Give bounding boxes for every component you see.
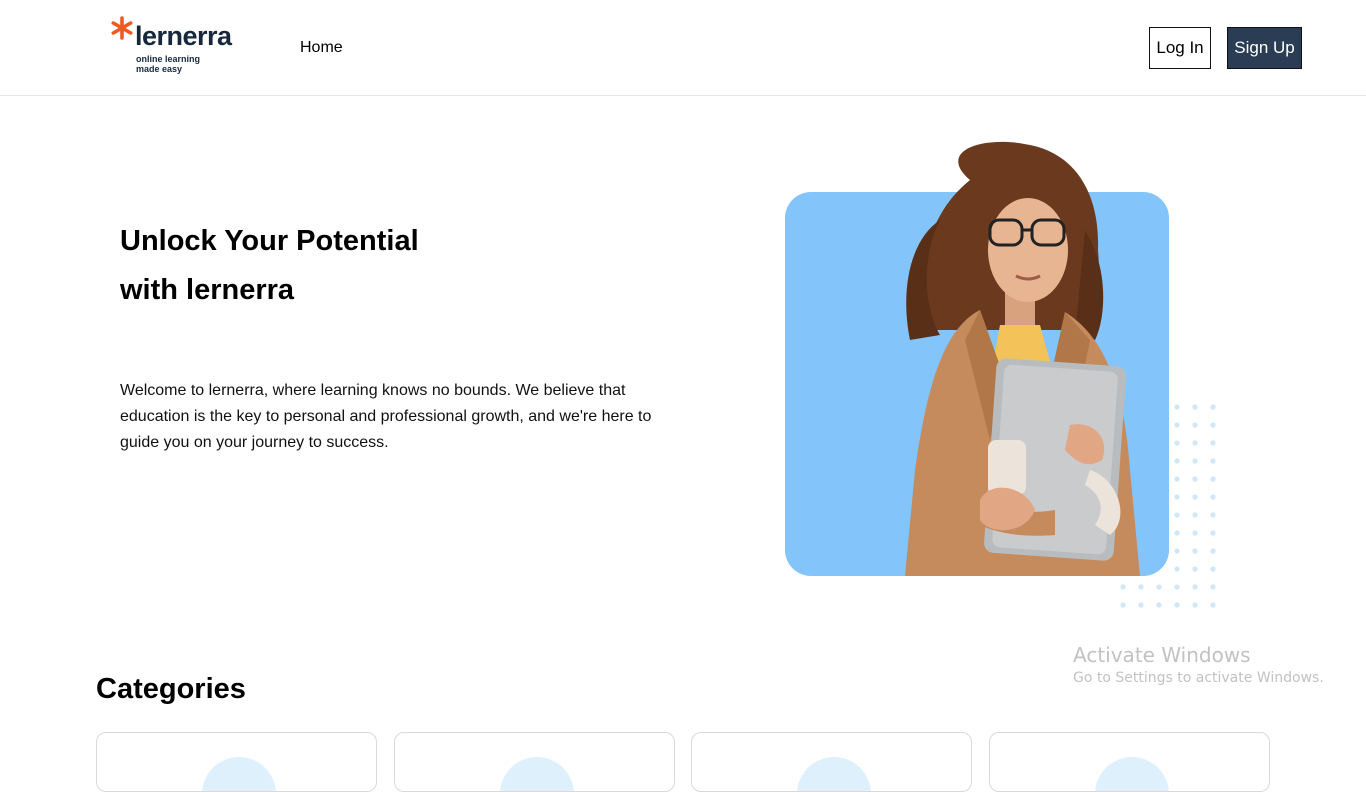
- category-icon: [797, 757, 871, 791]
- dot: [1192, 548, 1198, 554]
- dot: [1174, 566, 1180, 572]
- dot: [1210, 422, 1216, 428]
- dot: [1210, 548, 1216, 554]
- brand-name: lernerra: [135, 21, 232, 51]
- dot: [1138, 584, 1144, 590]
- windows-activation-hint: Go to Settings to activate Windows.: [1073, 670, 1324, 686]
- dot: [1192, 476, 1198, 482]
- category-card[interactable]: [691, 732, 972, 792]
- dot: [1210, 602, 1216, 608]
- hero-description: Welcome to lernerra, where learning know…: [120, 382, 652, 451]
- dot: [1192, 422, 1198, 428]
- dot: [1192, 530, 1198, 536]
- dot: [1210, 476, 1216, 482]
- dot: [1210, 494, 1216, 500]
- dot: [1174, 440, 1180, 446]
- dot: [1192, 584, 1198, 590]
- category-icon: [1095, 757, 1169, 791]
- category-card[interactable]: [96, 732, 377, 792]
- dot: [1192, 602, 1198, 608]
- dot: [1156, 602, 1162, 608]
- dot: [1174, 404, 1180, 410]
- dot: [1174, 476, 1180, 482]
- category-card[interactable]: [989, 732, 1270, 792]
- hero-illustration: [780, 140, 1230, 620]
- dot: [1174, 548, 1180, 554]
- dot: [1192, 440, 1198, 446]
- dot: [1210, 458, 1216, 464]
- hero-title: Unlock Your Potential with lernerra: [120, 225, 419, 306]
- signup-button[interactable]: Sign Up: [1227, 27, 1302, 69]
- dot: [1174, 458, 1180, 464]
- brand-logo[interactable]: lernerra online learning made easy: [110, 16, 250, 76]
- login-button[interactable]: Log In: [1149, 27, 1211, 69]
- brand-tagline: online learning made easy: [136, 54, 201, 74]
- dot: [1210, 512, 1216, 518]
- dot: [1192, 404, 1198, 410]
- dot: [1192, 512, 1198, 518]
- dot: [1138, 602, 1144, 608]
- dot: [1174, 530, 1180, 536]
- dot: [1174, 512, 1180, 518]
- dot: [1192, 458, 1198, 464]
- asterisk-icon: [111, 16, 133, 40]
- category-icon: [202, 757, 276, 791]
- student-photo: [905, 141, 1140, 576]
- dot: [1210, 566, 1216, 572]
- dot: [1174, 422, 1180, 428]
- dot: [1174, 584, 1180, 590]
- dot: [1174, 602, 1180, 608]
- categories-heading: Categories: [96, 673, 246, 705]
- dot: [1120, 602, 1126, 608]
- dot: [1210, 584, 1216, 590]
- dot: [1174, 494, 1180, 500]
- site-header: lernerra online learning made easy Home …: [0, 0, 1366, 96]
- dot: [1210, 440, 1216, 446]
- dot: [1192, 494, 1198, 500]
- dot: [1120, 584, 1126, 590]
- dot: [1210, 530, 1216, 536]
- category-icon: [500, 757, 574, 791]
- nav-home-link[interactable]: Home: [300, 38, 343, 58]
- category-card[interactable]: [394, 732, 675, 792]
- dot: [1192, 566, 1198, 572]
- dot: [1210, 404, 1216, 410]
- dot: [1156, 584, 1162, 590]
- windows-activation-title: Activate Windows: [1073, 643, 1251, 667]
